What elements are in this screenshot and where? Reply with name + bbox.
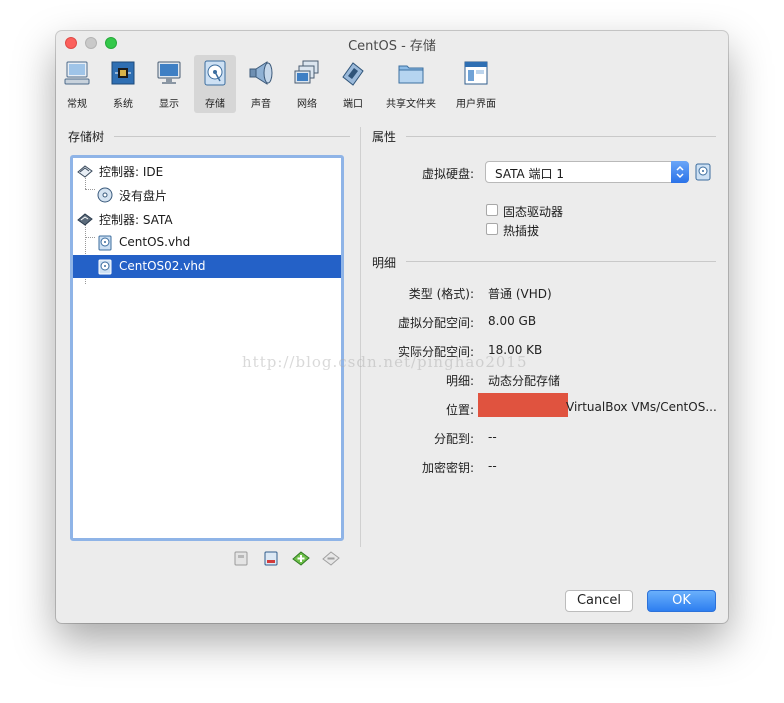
choose-disk-icon[interactable] <box>695 163 711 181</box>
storage-tree[interactable]: 控制器: IDE 没有盘片 控制器: SATA CentOS.vhd CentO… <box>70 155 344 541</box>
toolbar-system[interactable]: 系统 <box>106 55 140 113</box>
tree-item-empty-disc[interactable]: 没有盘片 <box>73 183 341 206</box>
type-value: 普通 (VHD) <box>488 287 552 301</box>
attached-to-value: -- <box>488 430 497 444</box>
network-icon <box>294 60 319 84</box>
tree-item-centos02-vhd[interactable]: CentOS02.vhd <box>73 255 341 278</box>
toolbar-general[interactable]: 常规 <box>60 55 94 113</box>
pane-divider <box>360 127 361 547</box>
details-title: 明细 <box>372 256 397 270</box>
settings-toolbar: 常规 系统 显示 存储 声音 网络 端口 共享文件夹 用户界面 <box>56 55 728 115</box>
tree-item-sata-controller[interactable]: 控制器: SATA <box>73 207 341 230</box>
attached-to-label: 分配到: <box>433 432 474 446</box>
add-attachment-icon[interactable] <box>292 549 310 567</box>
storage-tree-separator <box>114 136 350 137</box>
title-bar: CentOS - 存储 <box>56 31 728 55</box>
optical-disc-icon <box>97 187 113 203</box>
toolbar-audio[interactable]: 声音 <box>244 55 278 113</box>
hotplug-checkbox[interactable] <box>486 223 498 235</box>
tree-item-centos-vhd[interactable]: CentOS.vhd <box>73 231 341 254</box>
virtual-disk-label: 虚拟硬盘: <box>421 167 474 181</box>
select-stepper[interactable] <box>671 161 689 183</box>
cancel-button[interactable]: Cancel <box>565 590 633 612</box>
window-title: CentOS - 存储 <box>348 39 436 54</box>
toolbar-shared-folders[interactable]: 共享文件夹 <box>382 55 440 113</box>
details-separator <box>406 261 716 262</box>
virtual-size-label: 虚拟分配空间: <box>397 316 474 330</box>
user-interface-icon <box>464 61 488 85</box>
virtual-size-value: 8.00 GB <box>488 314 537 328</box>
type-label: 类型 (格式): <box>408 287 474 301</box>
virtual-disk-select[interactable]: SATA 端口 1 <box>485 161 689 183</box>
detail-label: 明细: <box>445 374 474 388</box>
hard-disk-icon <box>98 235 112 251</box>
chevron-up-down-icon <box>676 165 684 179</box>
ide-controller-icon <box>77 165 93 178</box>
shared-folder-icon <box>398 65 424 84</box>
port-connector-icon <box>342 62 364 86</box>
watermark: http://blog.csdn.net/pinghao2015 <box>242 353 528 371</box>
tree-item-ide-controller[interactable]: 控制器: IDE <box>73 159 341 182</box>
location-value: VirtualBox VMs/CentOS... <box>566 400 717 414</box>
toolbar-user-interface[interactable]: 用户界面 <box>450 55 502 113</box>
virtual-disk-value: SATA 端口 1 <box>495 167 564 181</box>
storage-tree-title: 存储树 <box>68 130 105 144</box>
attributes-title: 属性 <box>372 130 397 144</box>
remove-controller-icon[interactable] <box>262 549 280 567</box>
detail-value: 动态分配存储 <box>488 374 561 388</box>
general-icon <box>64 61 90 85</box>
location-redaction <box>478 393 568 417</box>
storage-disk-icon <box>204 60 226 86</box>
toolbar-ports[interactable]: 端口 <box>336 55 370 113</box>
display-monitor-icon <box>157 61 181 84</box>
system-chip-icon <box>111 61 135 85</box>
encryption-key-value: -- <box>488 459 497 473</box>
encryption-key-label: 加密密钥: <box>421 461 474 475</box>
hard-disk-icon <box>98 259 112 275</box>
location-label: 位置: <box>445 403 474 417</box>
remove-attachment-icon[interactable] <box>322 549 340 567</box>
ssd-checkbox[interactable] <box>486 204 498 216</box>
sata-controller-icon <box>77 213 93 226</box>
settings-window: CentOS - 存储 常规 系统 显示 存储 声音 网络 端口 共享文件夹 用… <box>56 31 728 623</box>
add-controller-icon[interactable] <box>232 549 250 567</box>
toolbar-display[interactable]: 显示 <box>152 55 186 113</box>
attributes-separator <box>406 136 716 137</box>
toolbar-network[interactable]: 网络 <box>290 55 324 113</box>
toolbar-storage[interactable]: 存储 <box>194 55 236 113</box>
speaker-icon <box>249 61 273 85</box>
ok-button[interactable]: OK <box>647 590 716 612</box>
